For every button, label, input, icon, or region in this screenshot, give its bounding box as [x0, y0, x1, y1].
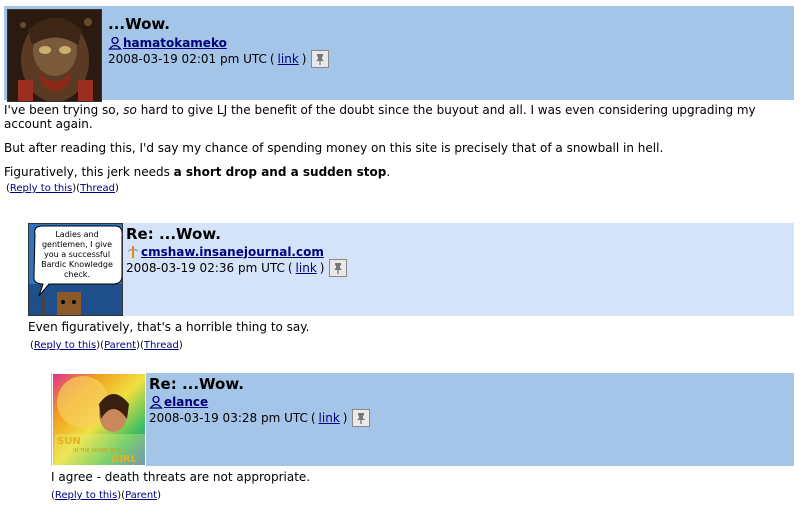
avatar: SUN IN THE SHAPE OF A GIRL: [52, 373, 146, 466]
user-icon[interactable]: [149, 395, 163, 409]
comment-actions: (Reply to this)(Parent)(Thread): [30, 340, 183, 351]
comment-2: Ladies and gentlemen, I give you a succe…: [28, 223, 794, 351]
pushpin-icon: [316, 54, 325, 65]
avatar-caption-line: Bardic Knowledge: [41, 260, 113, 269]
poster: elance: [149, 395, 208, 409]
poster: hamatokameko: [108, 36, 227, 50]
timestamp: 2008-03-19 02:01 pm UTC: [108, 52, 267, 66]
link-link[interactable]: link: [278, 52, 299, 66]
poster: cmshaw.insanejournal.com: [126, 245, 324, 259]
poster-username-link[interactable]: hamatokameko: [123, 36, 227, 50]
comment-body: Even figuratively, that's a horrible thi…: [28, 320, 794, 334]
reply-link[interactable]: Reply to this: [55, 490, 117, 501]
pushpin-icon: [357, 413, 366, 424]
paragraph-1: Even figuratively, that's a horrible thi…: [28, 320, 310, 334]
timestamp: 2008-03-19 03:28 pm UTC: [149, 411, 308, 425]
pushpin-button[interactable]: [352, 409, 371, 427]
comment-meta: 2008-03-19 02:01 pm UTC (link): [108, 50, 330, 68]
comment-body: I've been trying so, so hard to give LJ …: [4, 103, 794, 179]
comment-subject: Re: ...Wow.: [126, 225, 221, 243]
pushpin-icon: [334, 263, 343, 274]
avatar: Ladies and gentlemen, I give you a succe…: [28, 223, 123, 316]
comment-meta: 2008-03-19 02:36 pm UTC (link): [126, 259, 348, 277]
reply-link[interactable]: Reply to this: [34, 340, 96, 351]
parent-link[interactable]: Parent: [104, 340, 136, 351]
link-link[interactable]: link: [296, 261, 317, 275]
comment-header: Ladies and gentlemen, I give you a succe…: [28, 223, 794, 316]
avatar-caption-line: gentlemen, I give: [42, 240, 112, 249]
avatar-caption-line: you a successful: [44, 250, 110, 259]
comment-meta: 2008-03-19 03:28 pm UTC (link): [149, 409, 371, 427]
comment-actions: (Reply to this)(Parent): [51, 490, 161, 501]
comment-header: SUN IN THE SHAPE OF A GIRL Re: ...Wow. e…: [51, 373, 794, 466]
paragraph-2: But after reading this, I'd say my chanc…: [4, 141, 664, 155]
avatar: [7, 9, 102, 102]
timestamp: 2008-03-19 02:36 pm UTC: [126, 261, 285, 275]
comment-actions: (Reply to this)(Thread): [6, 183, 119, 194]
avatar-caption-line: Ladies and: [55, 230, 98, 239]
comment-subject: Re: ...Wow.: [149, 375, 244, 393]
reply-link[interactable]: Reply to this: [10, 183, 72, 194]
pushpin-button[interactable]: [329, 259, 348, 277]
thread-link[interactable]: Thread: [80, 183, 115, 194]
paragraph-3: Figuratively, this jerk needs a short dr…: [4, 165, 391, 179]
poster-username-link[interactable]: cmshaw.insanejournal.com: [141, 245, 324, 259]
paragraph-1: I've been trying so, so hard to give LJ …: [4, 103, 756, 131]
comment-3: SUN IN THE SHAPE OF A GIRL Re: ...Wow. e…: [51, 373, 794, 501]
avatar-caption-line: SUN: [57, 436, 81, 447]
user-icon[interactable]: [108, 36, 122, 50]
parent-link[interactable]: Parent: [125, 490, 157, 501]
comment-header: ...Wow. hamatokameko 2008-03-19 02:01 pm…: [4, 6, 794, 102]
comment-body: I agree - death threats are not appropri…: [51, 470, 794, 484]
pushpin-button[interactable]: [311, 50, 330, 68]
comment-1: ...Wow. hamatokameko 2008-03-19 02:01 pm…: [0, 6, 794, 194]
avatar-caption-line: GIRL: [111, 454, 138, 465]
poster-username-link[interactable]: elance: [164, 395, 208, 409]
link-link[interactable]: link: [319, 411, 340, 425]
thread-link[interactable]: Thread: [144, 340, 179, 351]
avatar-caption-line: check.: [64, 270, 90, 279]
openid-icon[interactable]: [126, 245, 140, 259]
comment-subject: ...Wow.: [108, 15, 171, 33]
paragraph-1: I agree - death threats are not appropri…: [51, 470, 311, 484]
